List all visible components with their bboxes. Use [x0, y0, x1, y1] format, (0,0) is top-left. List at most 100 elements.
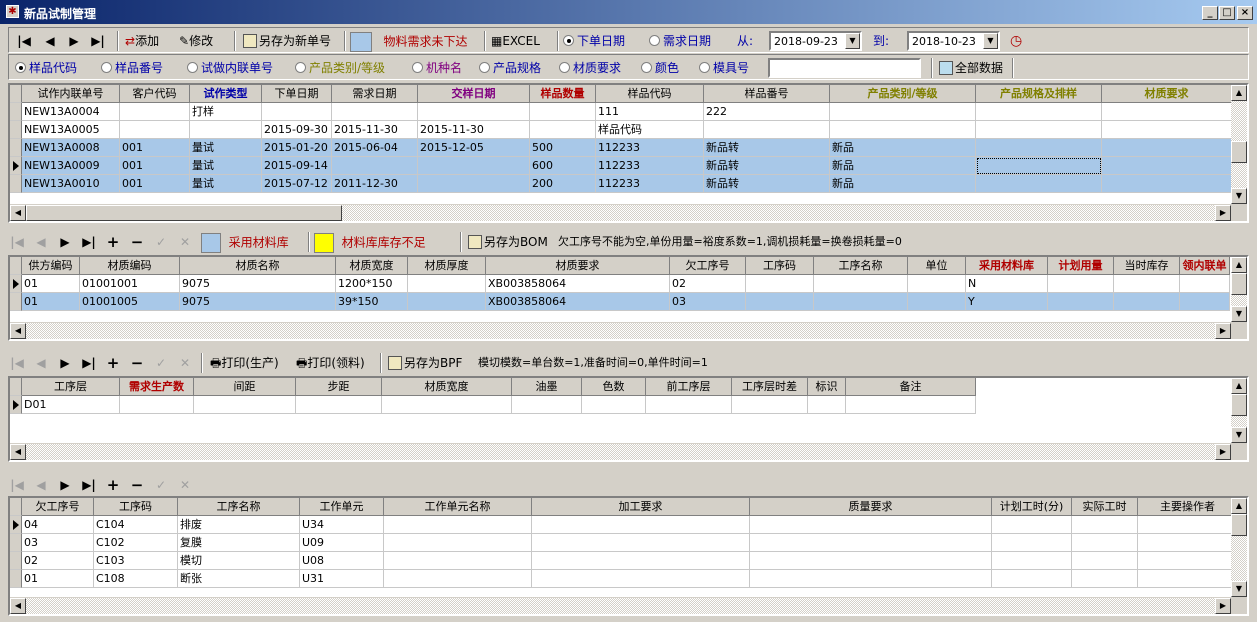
radio-request-date[interactable]: 需求日期: [649, 32, 711, 50]
radio-order-date[interactable]: 下单日期: [563, 32, 625, 50]
table-cell[interactable]: [992, 516, 1072, 534]
clock-icon[interactable]: ◷: [1010, 32, 1022, 50]
table-cell[interactable]: [814, 275, 908, 293]
table-cell[interactable]: 2015-09-14: [262, 157, 332, 175]
table-cell[interactable]: 打样: [190, 103, 262, 121]
last-record-button[interactable]: ▶|: [82, 354, 96, 372]
table-cell[interactable]: [1180, 293, 1230, 311]
column-header[interactable]: 材质编码: [80, 257, 180, 275]
table-cell[interactable]: [530, 121, 596, 139]
column-header[interactable]: 备注: [846, 378, 976, 396]
table-cell[interactable]: 001: [120, 157, 190, 175]
table-cell[interactable]: 600: [530, 157, 596, 175]
scroll-left-icon[interactable]: ◀: [10, 205, 26, 221]
horizontal-scrollbar[interactable]: ◀ ▶: [10, 443, 1231, 460]
table-cell[interactable]: [408, 275, 486, 293]
scroll-right-icon[interactable]: ▶: [1215, 205, 1231, 221]
table-cell[interactable]: [532, 534, 750, 552]
table-cell[interactable]: 量试: [190, 139, 262, 157]
column-header[interactable]: 工序名称: [178, 498, 300, 516]
table-cell[interactable]: [1114, 293, 1180, 311]
column-header[interactable]: 供方编码: [22, 257, 80, 275]
table-cell[interactable]: 01: [22, 275, 80, 293]
column-header[interactable]: 下单日期: [262, 85, 332, 103]
chevron-down-icon[interactable]: ▼: [845, 33, 860, 49]
column-header[interactable]: 产品规格及排样: [976, 85, 1102, 103]
table-cell[interactable]: U31: [300, 570, 384, 588]
table-cell[interactable]: 新品转: [704, 157, 830, 175]
column-header[interactable]: 欠工序号: [22, 498, 94, 516]
table-cell[interactable]: 04: [22, 516, 94, 534]
column-header[interactable]: 工作单元名称: [384, 498, 532, 516]
scroll-down-icon[interactable]: ▼: [1231, 306, 1247, 322]
column-header[interactable]: 材质要求: [486, 257, 670, 275]
column-header[interactable]: 前工序层: [646, 378, 732, 396]
table-cell[interactable]: 2011-12-30: [332, 175, 418, 193]
table-cell[interactable]: [976, 103, 1102, 121]
table-cell[interactable]: 2015-01-20: [262, 139, 332, 157]
table-cell[interactable]: NEW13A0005: [22, 121, 120, 139]
scroll-up-icon[interactable]: ▲: [1231, 257, 1247, 273]
column-header[interactable]: 工作单元: [300, 498, 384, 516]
first-record-button[interactable]: |◀: [10, 354, 24, 372]
column-header[interactable]: 材质厚度: [408, 257, 486, 275]
table-cell[interactable]: [1102, 121, 1231, 139]
table-cell[interactable]: 2015-09-30: [262, 121, 332, 139]
table-cell[interactable]: [384, 570, 532, 588]
table-cell[interactable]: [418, 103, 530, 121]
table-cell[interactable]: [532, 570, 750, 588]
vertical-scroll-thumb[interactable]: [1231, 273, 1247, 295]
table-cell[interactable]: 2015-11-30: [418, 121, 530, 139]
column-header[interactable]: 油墨: [512, 378, 582, 396]
next-record-button[interactable]: ▶: [58, 354, 72, 372]
column-header[interactable]: 需求生产数: [120, 378, 194, 396]
scroll-left-icon[interactable]: ◀: [10, 323, 26, 339]
table-cell[interactable]: [296, 396, 382, 414]
table-cell[interactable]: 03: [670, 293, 746, 311]
column-header[interactable]: 单位: [908, 257, 966, 275]
radio-machine-name[interactable]: 机种名: [412, 59, 462, 77]
row-indicator[interactable]: [10, 139, 22, 157]
table-cell[interactable]: 1200*150: [336, 275, 408, 293]
column-header[interactable]: 欠工序号: [670, 257, 746, 275]
table-cell[interactable]: [908, 275, 966, 293]
table-cell[interactable]: [976, 121, 1102, 139]
row-indicator[interactable]: [10, 570, 22, 588]
table-cell[interactable]: [532, 552, 750, 570]
table-cell[interactable]: NEW13A0008: [22, 139, 120, 157]
table-cell[interactable]: U08: [300, 552, 384, 570]
table-cell[interactable]: [732, 396, 808, 414]
table-cell[interactable]: [1114, 275, 1180, 293]
add-row-button[interactable]: +: [106, 354, 120, 372]
vertical-scrollbar[interactable]: ▲ ▼: [1231, 85, 1247, 204]
table-cell[interactable]: [384, 516, 532, 534]
column-header[interactable]: 需求日期: [332, 85, 418, 103]
table-cell[interactable]: 001: [120, 175, 190, 193]
save-as-new-button[interactable]: 另存为新单号: [243, 32, 331, 50]
radio-sample-code[interactable]: 样品代码: [15, 59, 77, 77]
table-cell[interactable]: [976, 139, 1102, 157]
table-cell[interactable]: [1072, 516, 1138, 534]
table-cell[interactable]: [746, 275, 814, 293]
scroll-down-icon[interactable]: ▼: [1231, 581, 1247, 597]
row-indicator[interactable]: [10, 121, 22, 139]
table-cell[interactable]: XB003858064: [486, 275, 670, 293]
column-header[interactable]: 实际工时: [1072, 498, 1138, 516]
column-header[interactable]: 产品类别/等级: [830, 85, 976, 103]
row-indicator[interactable]: [10, 396, 22, 414]
first-record-button[interactable]: |◀: [10, 476, 24, 494]
table-cell[interactable]: 新品: [830, 175, 976, 193]
table-cell[interactable]: [1102, 175, 1231, 193]
column-header[interactable]: 试作内联单号: [22, 85, 120, 103]
table-cell[interactable]: [418, 175, 530, 193]
cancel-button[interactable]: ✕: [178, 476, 192, 494]
column-header[interactable]: 材质宽度: [382, 378, 512, 396]
delete-row-button[interactable]: −: [130, 233, 144, 251]
table-cell[interactable]: C102: [94, 534, 178, 552]
add-row-button[interactable]: +: [106, 476, 120, 494]
table-cell[interactable]: 2015-07-12: [262, 175, 332, 193]
minimize-button[interactable]: _: [1202, 6, 1218, 20]
table-cell[interactable]: [1048, 275, 1114, 293]
column-header[interactable]: 交样日期: [418, 85, 530, 103]
table-cell[interactable]: 222: [704, 103, 830, 121]
